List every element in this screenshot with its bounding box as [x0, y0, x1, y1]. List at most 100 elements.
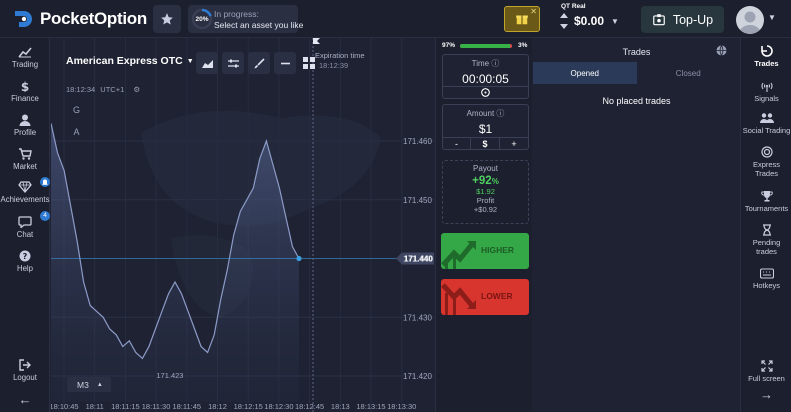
amount-field[interactable]: Amount ⓘ $1 - $ +	[442, 104, 529, 150]
top-up-label: Top-Up	[672, 12, 714, 27]
help-icon: ?	[19, 250, 31, 262]
user-icon	[19, 114, 31, 126]
y-tick-label: 171.460	[403, 137, 432, 146]
timeframe-selector[interactable]: M3 ▲	[67, 377, 111, 392]
timeframe-value: M3	[77, 379, 89, 390]
letter-button-a[interactable]: A	[68, 124, 85, 139]
sentiment-up-value: 97%	[442, 42, 456, 49]
top-bar: PocketOption 20% In progress: Select an …	[0, 0, 791, 38]
sidebar-item-tournaments[interactable]: Tournaments	[741, 190, 791, 213]
x-tick-label: 18:13:15	[356, 402, 385, 411]
favorites-button[interactable]	[153, 5, 181, 33]
collapse-left-button[interactable]: ←	[0, 392, 50, 407]
x-tick-label: 18:13	[331, 402, 350, 411]
logout-icon	[19, 359, 31, 371]
timezone: UTC+1	[100, 85, 125, 94]
amount-increase-button[interactable]: +	[500, 137, 528, 149]
sliders-icon	[227, 59, 239, 67]
sidebar-item-label: Market	[13, 162, 37, 171]
chart-type-button[interactable]	[196, 52, 218, 74]
x-tick-label: 18:12	[208, 402, 227, 411]
area-chart-icon	[201, 59, 213, 68]
amount-value[interactable]: $1	[443, 122, 528, 136]
sidebar-item-profile[interactable]: Profile	[0, 114, 50, 137]
line-tool-button[interactable]	[274, 52, 296, 74]
chart-canvas[interactable]: 171.460 171.450 171.440 171.430 171.420 18:10…	[51, 38, 434, 412]
sidebar-item-label: Trades	[754, 59, 779, 68]
currency-button[interactable]: $	[471, 137, 500, 149]
info-icon[interactable]: ⓘ	[491, 59, 499, 68]
lower-label: LOWER	[481, 291, 513, 301]
sentiment-bar	[460, 44, 512, 48]
logout-button[interactable]: Logout	[0, 359, 50, 382]
time-label-text: Time	[471, 59, 490, 68]
sidebar-item-express-trades[interactable]: Express Trades	[741, 146, 791, 178]
time-mode-button[interactable]	[443, 86, 528, 98]
user-avatar-icon	[739, 11, 761, 34]
higher-button[interactable]: HIGHER	[441, 233, 529, 269]
tab-opened[interactable]: Opened	[533, 62, 637, 84]
chat-badge: 4	[40, 211, 50, 221]
sidebar-item-finance[interactable]: $ Finance	[0, 80, 50, 103]
keyboard-icon	[759, 268, 774, 279]
sidebar-item-social-trading[interactable]: Social Trading	[741, 112, 791, 135]
top-up-button[interactable]: Top-Up	[641, 6, 724, 33]
fullscreen-button[interactable]: Full screen	[741, 360, 791, 383]
sidebar-item-trades[interactable]: Trades	[741, 45, 791, 68]
express-icon	[760, 146, 773, 158]
gift-icon	[516, 15, 528, 25]
progress-percent: 20%	[195, 15, 209, 23]
x-tick-label: 18:12:15	[234, 402, 263, 411]
globe-icon[interactable]	[716, 45, 727, 56]
minus-icon	[280, 62, 290, 64]
cart-icon	[19, 148, 32, 160]
onboarding-progress[interactable]: 20% In progress: Select an asset you lik…	[188, 5, 303, 33]
chevron-down-icon: ▼	[611, 16, 619, 26]
profit-label: Profit	[476, 196, 495, 205]
close-icon[interactable]: ✕	[530, 7, 537, 16]
asset-selector[interactable]: American Express OTC ▼	[66, 55, 194, 67]
current-price-label: 171.440	[404, 255, 433, 264]
trades-title: Trades	[622, 47, 651, 57]
sidebar-item-pending-trades[interactable]: Pending trades	[741, 224, 791, 256]
account-selector[interactable]: $0.00 ▼	[560, 12, 619, 30]
sidebar-item-hotkeys[interactable]: Hotkeys	[741, 268, 791, 290]
gear-icon[interactable]: ⚙	[133, 85, 140, 94]
arrow-left-icon: ←	[18, 392, 32, 407]
letter-button-g[interactable]: G	[68, 102, 85, 117]
social-icon	[759, 113, 774, 123]
sidebar-item-label: Chat	[16, 230, 34, 239]
x-tick-label: 18:11	[86, 402, 104, 411]
lower-button[interactable]: LOWER	[441, 279, 529, 315]
x-tick-label: 18:13:30	[387, 402, 416, 411]
drawing-tools-button[interactable]	[248, 52, 270, 74]
sidebar-item-label: Hotkeys	[752, 281, 781, 290]
payout-percent-unit: %	[491, 177, 499, 186]
logout-label: Logout	[13, 373, 37, 382]
tab-closed[interactable]: Closed	[637, 62, 741, 84]
fullscreen-label: Full screen	[748, 374, 785, 383]
bell-icon	[42, 179, 48, 185]
collapse-right-button[interactable]: →	[741, 388, 791, 401]
gift-button[interactable]: ✕	[504, 6, 540, 32]
sidebar-item-help[interactable]: ? Help	[0, 250, 50, 273]
sidebar-item-trading[interactable]: Trading	[0, 46, 50, 69]
chevron-down-icon[interactable]: ▼	[768, 13, 776, 22]
time-value[interactable]: 00:00:05	[443, 72, 528, 86]
avatar[interactable]	[736, 6, 764, 34]
info-icon[interactable]: ⓘ	[496, 109, 504, 118]
price-chart[interactable]: 171.460 171.450 171.440 171.430 171.420 18:10…	[51, 38, 434, 412]
profit-amount: +$0.92	[473, 205, 498, 214]
sidebar-item-market[interactable]: Market	[0, 148, 50, 171]
progress-label: In progress:	[214, 9, 259, 19]
amount-decrease-button[interactable]: -	[443, 137, 471, 149]
payout-box: Payout +92% $1.92 Profit +$0.92	[442, 160, 529, 224]
time-label: Time ⓘ	[443, 58, 528, 69]
brush-icon	[254, 57, 265, 68]
brand-logo[interactable]: PocketOption	[12, 9, 147, 29]
indicators-button[interactable]	[222, 52, 244, 74]
account-type: QT Real	[561, 3, 586, 10]
trades-icon	[760, 45, 773, 57]
sidebar-item-signals[interactable]: Signals	[741, 80, 791, 103]
time-field[interactable]: Time ⓘ 00:00:05	[442, 54, 529, 99]
